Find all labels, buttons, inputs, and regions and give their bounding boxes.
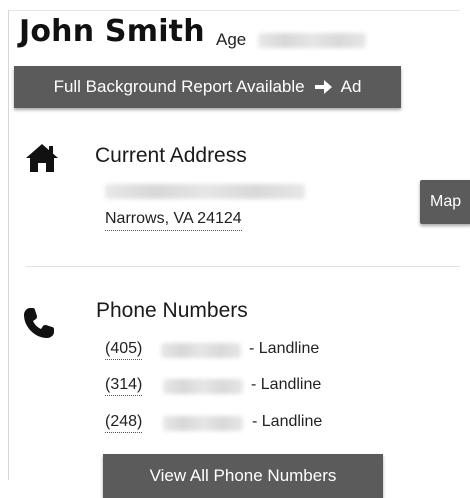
view-all-phones-button[interactable]: View All Phone Numbers — [103, 454, 383, 498]
person-name: John Smith — [19, 14, 205, 49]
phone-number-redacted — [163, 379, 243, 394]
phone-type: - Landline — [252, 413, 323, 430]
phone-section-title: Phone Numbers — [96, 299, 248, 322]
phone-number-redacted — [161, 343, 241, 358]
address-section-title: Current Address — [95, 144, 247, 167]
card-left-border — [8, 10, 9, 480]
phone-type: - Landline — [249, 340, 320, 357]
street-redacted — [105, 184, 305, 199]
section-divider — [26, 266, 460, 267]
person-card: John Smith Age Full Background Report Av… — [0, 0, 470, 498]
full-report-button[interactable]: Full Background Report Available Ad — [14, 66, 401, 108]
phone-area-code-link[interactable]: (248) — [105, 413, 143, 433]
card-top-border — [8, 10, 460, 11]
age-label: Age — [216, 30, 247, 49]
address-city-link[interactable]: Narrows, VA 24124 — [105, 210, 242, 231]
arrow-right-icon — [313, 78, 333, 96]
age-redacted — [258, 33, 366, 48]
map-button[interactable]: Map — [420, 180, 470, 224]
report-button-label: Full Background Report Available — [53, 77, 305, 96]
phone-area-code-link[interactable]: (405) — [105, 340, 143, 360]
report-button-ad: Ad — [340, 77, 362, 96]
home-icon — [24, 142, 60, 174]
phone-type: - Landline — [251, 376, 322, 393]
phone-number-redacted — [163, 416, 243, 431]
phone-area-code-link[interactable]: (314) — [105, 376, 143, 396]
phone-icon — [22, 306, 56, 340]
